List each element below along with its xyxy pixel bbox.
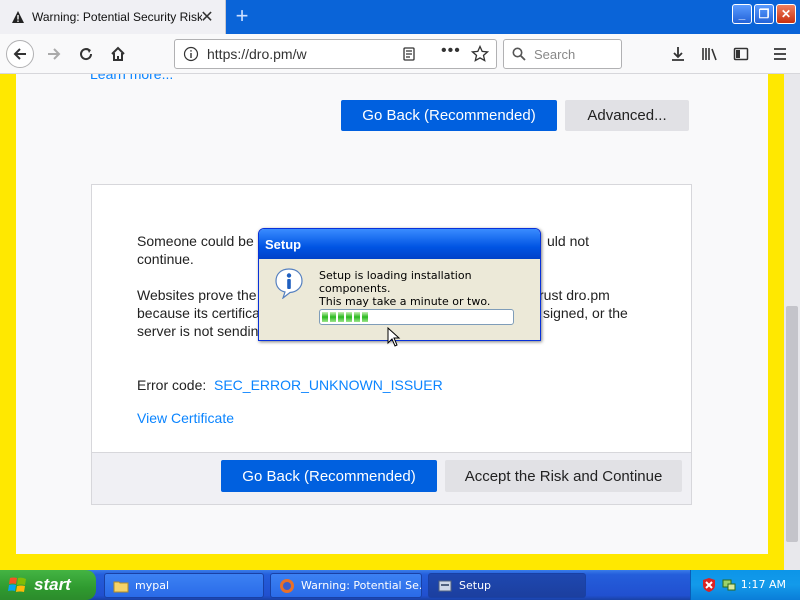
details-text-2a: Websites prove the: [137, 287, 257, 303]
restore-button[interactable]: ❐: [754, 4, 774, 24]
go-back-button-top[interactable]: Go Back (Recommended): [341, 100, 557, 131]
panel-footer: Go Back (Recommended) Accept the Risk an…: [92, 452, 691, 504]
details-text-1c: continue.: [137, 251, 194, 267]
close-tab-icon[interactable]: ✕: [199, 9, 215, 26]
sidebar-icon[interactable]: [727, 40, 755, 68]
details-text-1a: Someone could be: [137, 233, 254, 249]
taskbar-item-mypal[interactable]: mypal: [104, 573, 264, 598]
windows-logo-icon: [8, 575, 28, 595]
close-window-button[interactable]: ✕: [776, 4, 796, 24]
page-scrollbar[interactable]: [784, 74, 800, 570]
library-icon[interactable]: [696, 40, 724, 68]
minimize-button[interactable]: _: [732, 4, 752, 24]
reload-button[interactable]: [72, 40, 100, 68]
details-text-2d: signed, or the: [543, 305, 628, 321]
progress-block: [346, 312, 352, 322]
taskbar: start mypal Warning: Potential Se... Set…: [0, 570, 800, 600]
progress-block: [354, 312, 360, 322]
warning-icon: [10, 9, 26, 25]
learn-more-link[interactable]: Learn more...: [90, 74, 173, 82]
start-button[interactable]: start: [0, 570, 96, 600]
navigation-toolbar: https://dro.pm/w ••• Search: [0, 34, 800, 74]
dialog-message: Setup is loading installation components…: [319, 269, 540, 308]
progress-block: [338, 312, 344, 322]
search-placeholder: Search: [534, 46, 576, 62]
system-tray: 1:17 AM: [690, 570, 800, 600]
downloads-icon[interactable]: [664, 40, 692, 68]
security-alert-icon[interactable]: [701, 577, 717, 593]
new-tab-icon[interactable]: +: [230, 5, 254, 29]
start-label: start: [34, 575, 71, 594]
taskbar-item-label: Warning: Potential Se...: [301, 579, 422, 592]
error-code-link[interactable]: SEC_ERROR_UNKNOWN_ISSUER: [214, 376, 443, 394]
url-bar[interactable]: https://dro.pm/w •••: [174, 39, 497, 69]
search-bar[interactable]: Search: [503, 39, 622, 69]
screen: Warning: Potential Security Risk A ✕ + _…: [0, 0, 800, 600]
browser-icon: [279, 578, 295, 594]
tab-security-warning[interactable]: Warning: Potential Security Risk A ✕: [0, 0, 226, 34]
progress-block: [330, 312, 336, 322]
dialog-message-line-2: This may take a minute or two.: [319, 295, 491, 308]
mouse-cursor-icon: [387, 326, 401, 352]
details-text-2b: rust dro.pm: [539, 287, 610, 303]
window-controls: _ ❐ ✕: [732, 4, 796, 24]
dialog-title: Setup: [259, 229, 540, 259]
info-icon: [273, 267, 305, 300]
tab-title: Warning: Potential Security Risk A: [32, 10, 202, 24]
go-back-button-bottom[interactable]: Go Back (Recommended): [221, 460, 437, 492]
back-button[interactable]: [6, 40, 34, 68]
progress-block: [322, 312, 328, 322]
progress-bar: [319, 309, 514, 325]
search-icon: [512, 47, 526, 61]
taskbar-item-setup[interactable]: Setup: [428, 573, 586, 598]
details-text-1b: uld not: [547, 233, 590, 249]
info-icon[interactable]: [183, 46, 199, 62]
setup-icon: [437, 578, 453, 594]
error-code-label: Error code:: [137, 377, 207, 393]
forward-button[interactable]: [40, 40, 68, 68]
page-actions-icon[interactable]: •••: [441, 42, 461, 60]
dialog-message-line-1: Setup is loading installation components…: [319, 269, 472, 295]
details-text-2c: because its certifica: [137, 305, 260, 321]
scrollbar-thumb[interactable]: [786, 306, 798, 542]
details-text-2e: server is not sendin: [137, 323, 259, 339]
progress-block: [362, 312, 368, 322]
menu-icon[interactable]: [766, 40, 794, 68]
accept-risk-button[interactable]: Accept the Risk and Continue: [445, 460, 682, 492]
clock: 1:17 AM: [740, 578, 786, 591]
taskbar-item-browser[interactable]: Warning: Potential Se...: [270, 573, 422, 598]
taskbar-item-label: mypal: [135, 579, 170, 592]
home-button[interactable]: [104, 40, 132, 68]
view-certificate-link[interactable]: View Certificate: [137, 409, 234, 427]
reader-view-icon[interactable]: [401, 46, 417, 62]
network-icon[interactable]: [721, 577, 737, 593]
setup-dialog: Setup Setup is loading installation comp…: [258, 228, 541, 347]
advanced-button[interactable]: Advanced...: [565, 100, 689, 131]
url-text: https://dro.pm/w: [207, 46, 307, 62]
taskbar-item-label: Setup: [459, 579, 492, 592]
folder-icon: [113, 578, 129, 594]
bookmark-star-icon[interactable]: [471, 45, 489, 63]
tab-strip: Warning: Potential Security Risk A ✕ + _…: [0, 0, 800, 34]
